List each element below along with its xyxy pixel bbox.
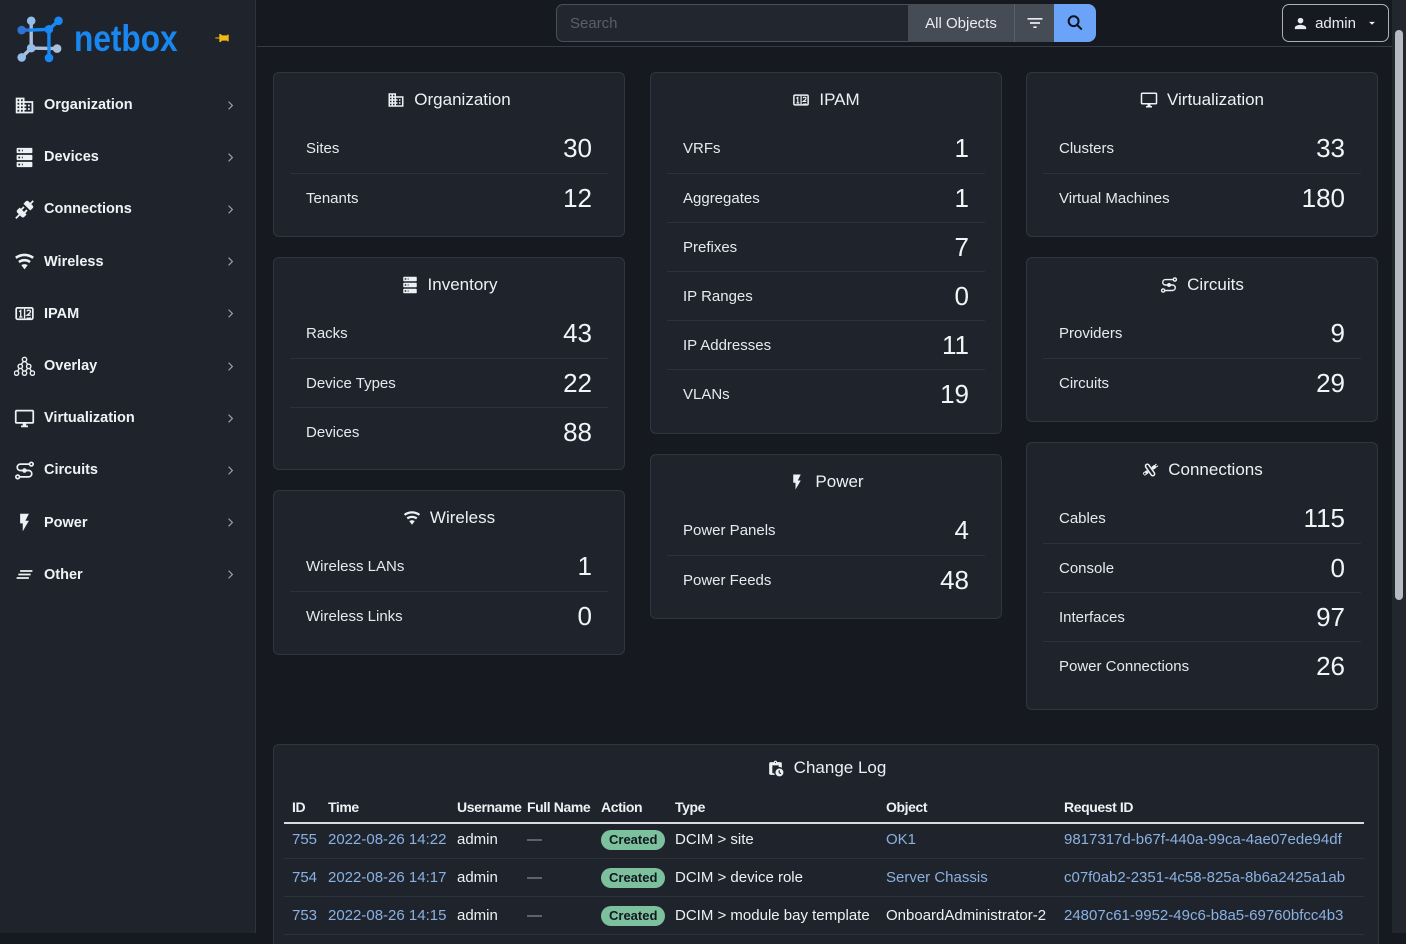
svg-text:netbox: netbox xyxy=(74,19,178,60)
